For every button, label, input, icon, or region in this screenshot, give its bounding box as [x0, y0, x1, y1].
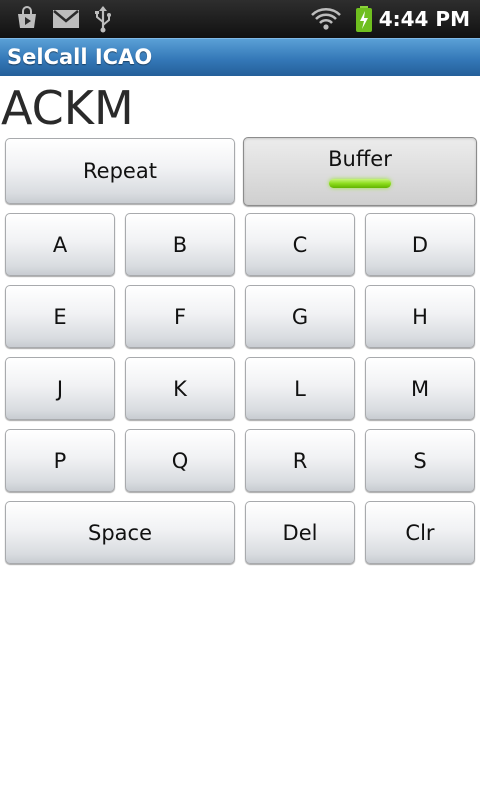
wifi-icon	[310, 5, 342, 35]
key-g[interactable]: G	[245, 285, 355, 348]
key-k[interactable]: K	[125, 357, 235, 420]
app-title-bar: SelCall ICAO	[0, 38, 480, 76]
key-label: H	[412, 304, 428, 329]
key-label: E	[53, 304, 67, 329]
selcall-display: ACKM	[1, 81, 134, 135]
key-label: F	[173, 304, 187, 329]
space-button[interactable]: Space	[5, 501, 235, 564]
key-l[interactable]: L	[245, 357, 355, 420]
play-store-icon	[14, 6, 40, 34]
key-label: M	[410, 376, 430, 401]
repeat-button[interactable]: Repeat	[5, 138, 235, 204]
key-label: R	[292, 448, 308, 473]
key-p[interactable]: P	[5, 429, 115, 492]
key-h[interactable]: H	[365, 285, 475, 348]
key-label: L	[294, 376, 306, 401]
key-s[interactable]: S	[365, 429, 475, 492]
key-e[interactable]: E	[5, 285, 115, 348]
clear-button-label: Clr	[405, 520, 435, 545]
key-d[interactable]: D	[365, 213, 475, 276]
key-j[interactable]: J	[5, 357, 115, 420]
key-label: P	[53, 448, 67, 473]
delete-button[interactable]: Del	[245, 501, 355, 564]
space-button-label: Space	[88, 520, 152, 545]
key-f[interactable]: F	[125, 285, 235, 348]
key-r[interactable]: R	[245, 429, 355, 492]
key-b[interactable]: B	[125, 213, 235, 276]
key-label: G	[291, 304, 309, 329]
key-a[interactable]: A	[5, 213, 115, 276]
key-m[interactable]: M	[365, 357, 475, 420]
key-label: C	[292, 232, 308, 257]
buffer-button-label: Buffer	[328, 147, 392, 171]
buffer-toggle-button[interactable]: Buffer	[243, 137, 477, 206]
status-bar: 4:44 PM	[0, 0, 480, 38]
battery-charging-icon	[354, 5, 374, 37]
repeat-button-label: Repeat	[83, 159, 157, 183]
buffer-indicator-light	[329, 179, 391, 188]
key-label: Q	[171, 448, 189, 473]
key-q[interactable]: Q	[125, 429, 235, 492]
gmail-icon	[52, 9, 80, 33]
usb-icon	[93, 5, 113, 37]
status-time: 4:44 PM	[378, 7, 470, 31]
app-title: SelCall ICAO	[7, 45, 153, 69]
key-label: B	[172, 232, 188, 257]
key-label: K	[173, 376, 187, 401]
key-label: J	[56, 376, 64, 401]
delete-button-label: Del	[282, 520, 318, 545]
key-label: S	[413, 448, 427, 473]
key-c[interactable]: C	[245, 213, 355, 276]
key-label: A	[52, 232, 68, 257]
key-label: D	[411, 232, 429, 257]
clear-button[interactable]: Clr	[365, 501, 475, 564]
